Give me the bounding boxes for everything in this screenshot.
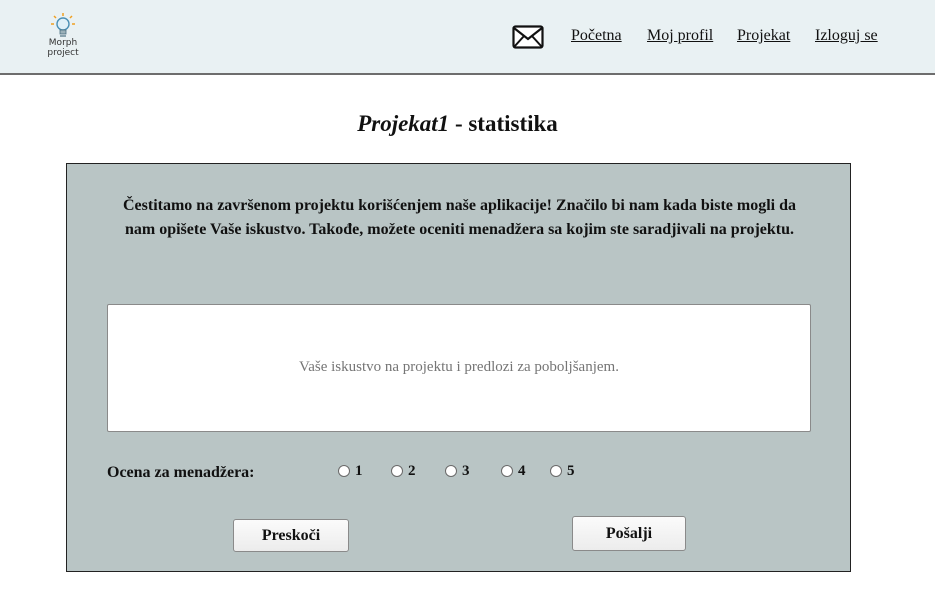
rating-option-label: 2 <box>408 462 416 479</box>
rating-option-2[interactable]: 2 <box>391 462 416 480</box>
logo-text-line1: Morph <box>48 38 78 48</box>
rating-label: Ocena za menadžera: <box>107 464 255 481</box>
header-bar: Morph project Početna Moj profil Projeka… <box>0 0 935 75</box>
radio-button[interactable] <box>391 465 403 477</box>
feedback-textarea[interactable] <box>107 304 811 432</box>
nav-home-link[interactable]: Početna <box>571 27 622 45</box>
rating-option-label: 1 <box>355 462 363 479</box>
radio-button[interactable] <box>550 465 562 477</box>
app-logo[interactable]: Morph project <box>40 12 86 64</box>
nav-profile-link[interactable]: Moj profil <box>647 27 713 45</box>
rating-option-1[interactable]: 1 <box>338 462 363 480</box>
radio-button[interactable] <box>338 465 350 477</box>
page-title-suffix: - statistika <box>449 111 558 136</box>
radio-button[interactable] <box>445 465 457 477</box>
radio-button[interactable] <box>501 465 513 477</box>
page-title-project-name: Projekat1 <box>357 111 450 136</box>
nav-project-link[interactable]: Projekat <box>737 27 790 45</box>
submit-button[interactable]: Pošalji <box>572 516 686 551</box>
rating-option-label: 3 <box>462 462 470 479</box>
rating-option-5[interactable]: 5 <box>550 462 575 480</box>
congratulations-message: Čestitamo na završenom projektu korišćen… <box>122 197 797 238</box>
rating-option-label: 5 <box>567 462 575 479</box>
logo-text-line2: project <box>47 48 79 58</box>
feedback-panel: Čestitamo na završenom projektu korišćen… <box>66 163 851 572</box>
nav-logout-link[interactable]: Izloguj se <box>815 27 878 45</box>
mail-icon[interactable] <box>512 25 544 49</box>
rating-option-3[interactable]: 3 <box>445 462 470 480</box>
rating-option-4[interactable]: 4 <box>501 462 526 480</box>
rating-option-label: 4 <box>518 462 526 479</box>
page-title: Projekat1 - statistika <box>0 111 915 137</box>
lightbulb-icon <box>51 13 75 37</box>
skip-button[interactable]: Preskoči <box>233 519 349 552</box>
